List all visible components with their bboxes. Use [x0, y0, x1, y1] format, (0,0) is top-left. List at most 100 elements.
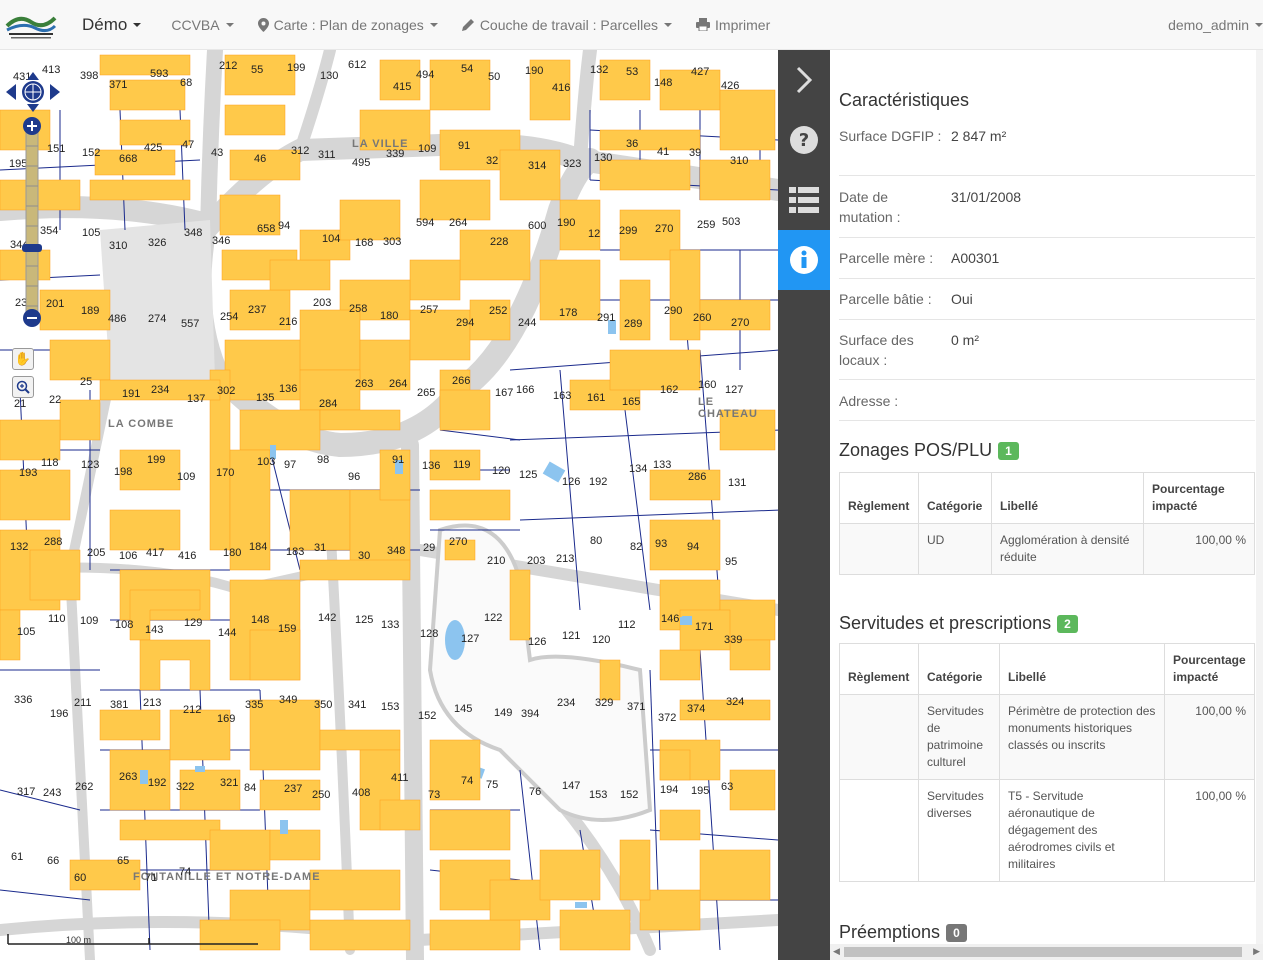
- parcel-number: 310: [109, 240, 128, 252]
- parcel-number: 74: [461, 775, 474, 787]
- parcel-number: 263: [355, 378, 374, 390]
- parcel-number: 103: [257, 456, 276, 468]
- parcel-number: 323: [563, 158, 582, 170]
- parcel-number: 303: [383, 236, 402, 248]
- parcel-number: 109: [80, 615, 99, 627]
- parcel-number: 68: [180, 77, 193, 89]
- cadastral-map[interactable]: LA VILLE LA COMBE LE CHATEAU FONTANILLE …: [0, 50, 778, 960]
- parcel-number: 274: [148, 313, 167, 325]
- parcel-number: 190: [525, 65, 544, 77]
- parcel-number: 129: [184, 617, 203, 629]
- parcel-number: 180: [223, 547, 242, 559]
- parcel-number: 329: [595, 697, 614, 709]
- zoom-slider[interactable]: [22, 116, 42, 328]
- parcel-number: 244: [518, 317, 537, 329]
- parcel-number: 286: [688, 471, 707, 483]
- parcel-number: 82: [630, 541, 643, 553]
- brand-menu[interactable]: Démo: [62, 0, 159, 50]
- parcel-number: 110: [48, 613, 66, 625]
- field-date-mutation: Date de mutation : 31/01/2008: [839, 187, 1255, 238]
- parcel-number: 291: [597, 312, 616, 324]
- table-row[interactable]: Servitudes diverses T5 - Servitude aéron…: [839, 779, 1255, 882]
- parcel-number: 148: [251, 614, 270, 626]
- table-cell: Servitudes de patrimoine culturel: [918, 694, 1000, 780]
- parcel-number: 486: [108, 313, 127, 325]
- parcel-number: 65: [117, 855, 130, 867]
- parcel-number: 152: [418, 710, 437, 722]
- parcel-number: 314: [528, 160, 547, 172]
- column-header: Règlement: [839, 472, 919, 524]
- field-value: 31/01/2008: [951, 189, 1022, 205]
- parcel-number: 335: [245, 699, 264, 711]
- parcel-number: 54: [461, 63, 474, 75]
- parcel-number: 270: [449, 536, 468, 548]
- parcel-number: 324: [726, 696, 745, 708]
- parcel-number: 408: [352, 787, 371, 799]
- parcel-number: 122: [484, 612, 503, 624]
- parcel-number: 270: [731, 317, 750, 329]
- map-menu[interactable]: Carte : Plan de zonages: [246, 0, 450, 50]
- caret-down-icon: [429, 22, 438, 27]
- parcel-number: 593: [150, 68, 169, 80]
- field-value: 0 m²: [951, 332, 979, 348]
- parcel-number: 263: [119, 771, 138, 783]
- collapse-panel-button[interactable]: [778, 50, 830, 110]
- help-button[interactable]: ?: [778, 110, 830, 170]
- info-button[interactable]: [778, 230, 830, 290]
- zoom-box-tool[interactable]: [12, 376, 34, 398]
- community-logo[interactable]: [0, 0, 62, 50]
- parcel-number: 203: [313, 297, 332, 309]
- scroll-left-arrow-icon[interactable]: ◀: [833, 946, 840, 957]
- parcel-number: 80: [590, 535, 603, 547]
- caret-down-icon: [1255, 22, 1263, 27]
- parcel-number: 212: [219, 60, 238, 72]
- ccvba-menu[interactable]: CCVBA: [159, 0, 245, 50]
- parcel-number: 426: [721, 80, 740, 92]
- scroll-right-arrow-icon[interactable]: ▶: [1253, 946, 1260, 957]
- layers-list-button[interactable]: [778, 170, 830, 230]
- parcel-number: 91: [458, 140, 471, 152]
- table-cell: [839, 779, 919, 882]
- table-cell: 100,00 %: [1143, 523, 1255, 575]
- user-label: demo_admin: [1168, 16, 1249, 33]
- table-row[interactable]: UD Agglomération à densité réduite 100,0…: [839, 523, 1255, 575]
- list-icon: [789, 187, 819, 213]
- pan-hand-tool[interactable]: ✋: [12, 348, 34, 370]
- map-menu-label: Carte : Plan de zonages: [273, 16, 424, 33]
- field-label: Surface des locaux :: [839, 332, 914, 368]
- parcel-number: 265: [417, 387, 436, 399]
- field-label: Surface DGFIP :: [839, 128, 942, 144]
- parcel-number: 25: [80, 376, 93, 388]
- scrollbar-thumb[interactable]: [844, 947, 1242, 957]
- parcel-number: 121: [562, 630, 581, 642]
- info-circle-icon: [790, 246, 818, 274]
- pan-control[interactable]: [6, 72, 60, 112]
- parcel-number: 381: [110, 699, 129, 711]
- parcel-number: 29: [423, 542, 436, 554]
- panel-horizontal-scrollbar[interactable]: ◀ ▶: [830, 944, 1263, 960]
- user-menu[interactable]: demo_admin: [1156, 0, 1263, 50]
- parcel-number: 50: [488, 71, 501, 83]
- parcel-number: 136: [279, 383, 298, 395]
- parcel-number: 39: [689, 147, 702, 159]
- print-button[interactable]: Imprimer: [684, 0, 782, 50]
- field-label: Adresse :: [839, 393, 899, 409]
- brand-label: Démo: [82, 14, 128, 34]
- parcel-number: 234: [151, 384, 170, 396]
- parcel-number: 161: [587, 392, 606, 404]
- parcel-number: 21: [14, 398, 27, 410]
- parcel-number: 266: [452, 375, 471, 387]
- parcel-number: 147: [562, 780, 581, 792]
- table-row[interactable]: Servitudes de patrimoine culturel Périmè…: [839, 694, 1255, 780]
- column-header: Libellé: [991, 472, 1144, 524]
- parcel-number: 22: [49, 394, 62, 406]
- parcel-number: 130: [594, 152, 613, 164]
- zonages-heading: Zonages POS/PLU 1: [839, 440, 1019, 461]
- panel-vertical-scrollbar[interactable]: [1256, 50, 1263, 944]
- parcel-number: 132: [10, 541, 29, 553]
- parcel-number: 36: [626, 138, 639, 150]
- field-value: 2 847 m²: [951, 128, 1007, 144]
- work-layer-label: Couche de travail : Parcelles: [479, 16, 659, 33]
- work-layer-menu[interactable]: Couche de travail : Parcelles: [450, 0, 684, 50]
- field-surface-dgfip: Surface DGFIP : 2 847 m²: [839, 126, 1255, 176]
